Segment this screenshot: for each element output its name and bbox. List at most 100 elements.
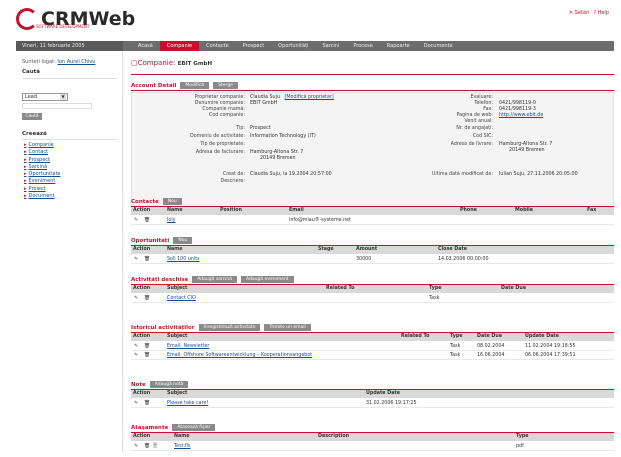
add-task-button[interactable]: Adaugă sarcină: [192, 276, 237, 283]
create-item-label: Companie: [28, 142, 54, 148]
opportunity-name-link[interactable]: Soll 100 units: [167, 255, 200, 264]
table-row: ✎ 🗑 Ioly info@miau®-systeme.net: [131, 216, 614, 225]
edit-icon[interactable]: ✎: [134, 399, 138, 408]
column-header: Action: [133, 286, 151, 291]
trash-icon[interactable]: 🗑: [144, 399, 150, 408]
add-note-button[interactable]: Adaugă notă: [149, 381, 189, 388]
field-label: Adresa de livrare:: [450, 142, 493, 147]
main-nav: Vineri, 11 februarie 2005 Acasă Companie…: [16, 41, 614, 51]
trash-icon[interactable]: 🗑: [144, 342, 150, 351]
tab-documente[interactable]: Documente: [417, 41, 460, 51]
table-row: ✎ 🗑 Contact CIO Task: [131, 294, 614, 303]
contact-name-link[interactable]: Ioly: [167, 216, 176, 225]
tab-rapoarte[interactable]: Rapoarte: [380, 41, 417, 51]
activity-subject-link[interactable]: Contact CIO: [167, 294, 196, 303]
trash-icon[interactable]: 🗑: [144, 351, 150, 360]
note-subject-link[interactable]: Please take care!: [167, 399, 208, 408]
create-item-eveniment[interactable]: ▸ Eveniment: [24, 178, 61, 185]
delete-button[interactable]: Șterge: [213, 82, 238, 89]
bullet-icon: ▸: [24, 178, 27, 185]
table-row: ✎ 🗑 Please take care! 31.02.2006 19:17:2…: [131, 399, 614, 408]
sidebar-divider: [22, 139, 117, 140]
opportunity-close-date: 14.03.2006 00:00:00: [438, 257, 489, 262]
tab-contacte[interactable]: Contacte: [199, 41, 236, 51]
edit-icon[interactable]: ✎: [134, 294, 138, 303]
edit-icon[interactable]: ✎: [134, 351, 138, 360]
history-type: Task: [450, 353, 461, 358]
column-header: Close Date: [438, 247, 468, 252]
history-due-date: 16.06.2004: [477, 353, 505, 358]
section-title: Note: [131, 381, 146, 388]
new-contact-button[interactable]: Nou: [162, 198, 182, 205]
tab-procese[interactable]: Procese: [346, 41, 379, 51]
create-item-proiect[interactable]: ▸ Proiect: [24, 186, 61, 193]
attachments-table-header: Action Name Description Type: [131, 433, 614, 441]
app-header: CRMWeb SOFTWARE DEVELOPMENT ✕ Setări ? H…: [0, 0, 621, 38]
history-update-date: 11.02.2004 19:18:55: [525, 344, 576, 349]
search-input[interactable]: [22, 103, 92, 109]
history-subject-link[interactable]: Email: Offshore Softwareentwicklung – Ko…: [167, 351, 312, 360]
create-item-sarcina[interactable]: ▸ Sarcină: [24, 164, 61, 171]
trash-icon[interactable]: 🗑: [144, 442, 150, 451]
login-prefix: Sunteți logat:: [22, 59, 56, 65]
change-owner-link[interactable]: [Modifică proprietar]: [285, 95, 334, 100]
log-activity-button[interactable]: Înregistrează activitate: [198, 324, 261, 331]
create-item-companie[interactable]: ▸ Companie: [24, 142, 61, 149]
nav-tabs: Acasă Companie Contacte Prospect Oportun…: [131, 41, 460, 51]
search-type-select[interactable]: Lead ▼: [22, 93, 68, 101]
contacts-header: Contacte Nou: [131, 197, 182, 206]
edit-button[interactable]: Modifică: [180, 82, 210, 89]
history-subject-link[interactable]: Email: Newsletter: [167, 342, 209, 351]
create-item-contact[interactable]: ▸ Contact: [24, 149, 61, 156]
edit-icon[interactable]: ✎: [134, 442, 138, 451]
chevron-down-icon: ▼: [60, 94, 66, 100]
column-header: Fax: [587, 208, 597, 213]
trash-icon[interactable]: 🗑: [144, 255, 150, 264]
edit-icon[interactable]: ✎: [134, 216, 138, 225]
attachment-name-link[interactable]: Test.fls: [174, 442, 191, 451]
tab-acasa[interactable]: Acasă: [131, 41, 160, 51]
file-icon[interactable]: 🗎: [153, 442, 157, 451]
attach-file-button[interactable]: Atașează fișier: [172, 424, 216, 431]
help-link[interactable]: ? Help: [593, 10, 609, 16]
trash-icon[interactable]: 🗑: [144, 294, 150, 303]
trash-icon[interactable]: 🗑: [144, 216, 150, 225]
opportunities-table-header: Action Name Stage Amount Close Date: [131, 246, 614, 254]
create-item-label: Contact: [28, 149, 48, 156]
table-row: ✎ 🗑 Soll 100 units 30000 14.03.2006 00:0…: [131, 255, 614, 264]
create-item-label: Oportunitate: [28, 171, 61, 178]
column-header: Date Due: [477, 334, 503, 339]
current-date: Vineri, 11 februarie 2005: [16, 41, 123, 51]
tab-oportunitati[interactable]: Oportunități: [271, 41, 315, 51]
tab-prospect[interactable]: Prospect: [236, 41, 272, 51]
create-item-prospect[interactable]: ▸ Prospect: [24, 157, 61, 164]
send-email-button[interactable]: Trimite un email: [264, 324, 311, 331]
attachment-type: pdf: [516, 444, 524, 449]
section-divider: [131, 90, 614, 91]
create-item-oportunitate[interactable]: ▸ Oportunitate: [24, 171, 61, 178]
page-title-label: Companie:: [137, 59, 176, 67]
edit-icon[interactable]: ✎: [134, 342, 138, 351]
open-activities-header: Activități deschise Adaugă sarcină Adaug…: [131, 275, 294, 284]
new-opportunity-button[interactable]: Nou: [173, 237, 193, 244]
tab-sarcini[interactable]: Sarcini: [315, 41, 346, 51]
settings-link[interactable]: ✕ Setări: [569, 10, 590, 16]
column-header: Email: [289, 208, 304, 213]
column-header: Action: [133, 208, 151, 213]
search-button[interactable]: Caută: [22, 113, 42, 120]
field-label: Nr. de angajați:: [456, 126, 493, 131]
field-label: Cod SIC:: [472, 134, 493, 139]
field-label: Creat de:: [222, 172, 245, 177]
type-value: Prospect: [250, 126, 271, 131]
field-label: Domeniu de activitate:: [190, 134, 245, 139]
login-info: Sunteți logat: Ion Aurel Chivu: [22, 59, 95, 65]
website-link[interactable]: http://www.ebit.de: [499, 113, 543, 118]
logo-subtitle: SOFTWARE DEVELOPMENT: [36, 24, 90, 29]
bullet-icon: ▸: [24, 149, 27, 156]
create-item-document[interactable]: ▸ Document: [24, 193, 61, 200]
edit-icon[interactable]: ✎: [134, 255, 138, 264]
add-event-button[interactable]: Adaugă eveniment: [240, 276, 294, 283]
tab-companie[interactable]: Companie: [159, 41, 200, 51]
field-label: Venit anual:: [464, 119, 493, 124]
login-user-link[interactable]: Ion Aurel Chivu: [57, 59, 95, 65]
